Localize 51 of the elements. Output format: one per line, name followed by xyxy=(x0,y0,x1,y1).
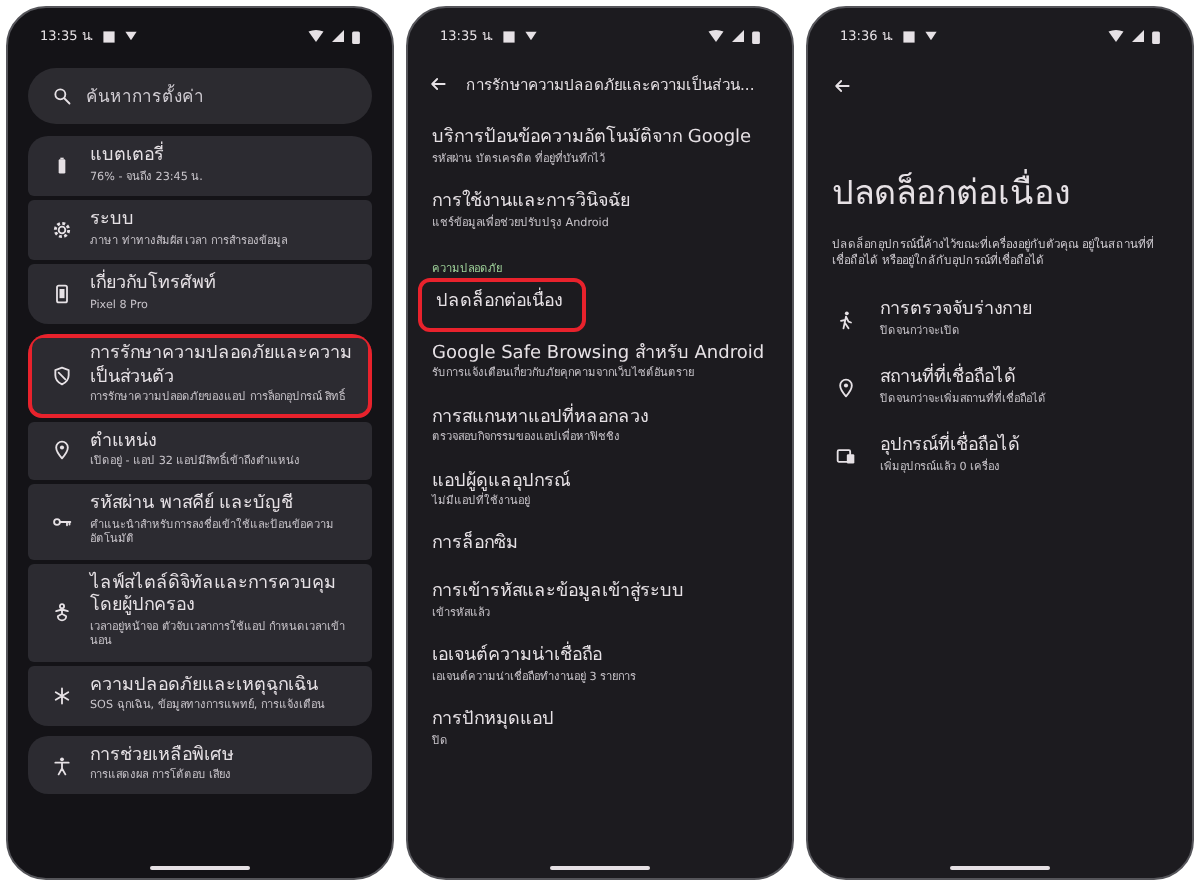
item-title: การใช้งานและการวินิจฉัย xyxy=(432,191,632,214)
wifi-icon xyxy=(1108,30,1124,42)
asterisk-icon xyxy=(52,685,72,706)
item-title: ความปลอดภัยและเหตุฉุกเฉิน xyxy=(90,675,320,698)
item-title: บริการป้อนข้อความอัตโนมัติจาก Google xyxy=(432,128,754,150)
home-indicator xyxy=(150,865,250,870)
search-icon xyxy=(52,86,72,106)
item-title: การตรวจจับร่างกาย xyxy=(880,300,1032,324)
home-indicator xyxy=(950,865,1050,870)
back-arrow-icon[interactable] xyxy=(832,76,852,96)
settings-item[interactable]: การล็อกซิม xyxy=(408,522,792,571)
location-pin-icon xyxy=(52,440,72,461)
battery-icon xyxy=(352,29,360,43)
item-title: เกี่ยวกับโทรศัพท์ xyxy=(90,273,216,298)
walking-person-icon xyxy=(836,310,856,331)
item-title: แอปผู้ดูแลอุปกรณ์ xyxy=(432,471,572,491)
item-title: ปลดล็อกต่อเนื่อง xyxy=(436,291,562,316)
item-title: ตำแหน่ง xyxy=(90,431,158,455)
wifi-icon xyxy=(308,30,324,42)
item-title: Google Safe Browsing สำหรับ Android xyxy=(432,343,767,364)
search-field[interactable]: ค้นหาการตั้งค่า xyxy=(28,68,372,124)
item-title: การสแกนหาแอปที่หลอกลวง xyxy=(432,407,650,428)
battery-icon xyxy=(752,29,760,43)
devices-icon xyxy=(836,446,856,467)
battery-icon xyxy=(1152,29,1160,43)
item-title: สถานที่ที่เชื่อถือได้ xyxy=(880,368,1046,392)
back-arrow-icon[interactable] xyxy=(428,74,448,94)
item-title: การช่วยเหลือพิเศษ xyxy=(90,745,234,768)
item-title: รหัสผ่าน พาสคีย์ และบัญชี xyxy=(90,494,296,516)
item-title: ไลฟ์สไตล์ดิจิทัลและการควบคุมโดยผู้ปกครอง xyxy=(90,573,338,620)
item-title: การล็อกซิม xyxy=(432,534,520,559)
item-title: การปักหมุดแอป xyxy=(432,710,556,734)
home-indicator xyxy=(550,865,650,870)
signal-icon xyxy=(1132,30,1144,42)
item-title: ระบบ xyxy=(90,209,136,234)
person-heart-icon xyxy=(52,602,72,623)
page-title: ปลดล็อกต่อเนื่อง xyxy=(808,96,1192,238)
wifi-icon xyxy=(708,30,724,42)
accessibility-icon xyxy=(52,755,72,775)
item-title: การเข้ารหัสและข้อมูลเข้าสู่ระบบ xyxy=(432,582,686,606)
phone-icon xyxy=(52,283,72,304)
item-title: การรักษาความปลอดภัยและความเป็นส่วนตัว xyxy=(90,343,354,388)
settings-item[interactable]: ปลดล็อกต่อเนื่อง xyxy=(418,277,586,332)
item-title: อุปกรณ์ที่เชื่อถือได้ xyxy=(880,436,1020,460)
signal-icon xyxy=(332,30,344,42)
location-pin-icon xyxy=(836,378,856,399)
shield-icon xyxy=(52,365,72,386)
signal-icon xyxy=(732,30,744,42)
item-title: แบตเตอรี่ xyxy=(90,146,203,170)
settings-icon xyxy=(52,219,72,240)
item-title: เอเจนต์ความน่าเชื่อถือ xyxy=(432,646,768,670)
